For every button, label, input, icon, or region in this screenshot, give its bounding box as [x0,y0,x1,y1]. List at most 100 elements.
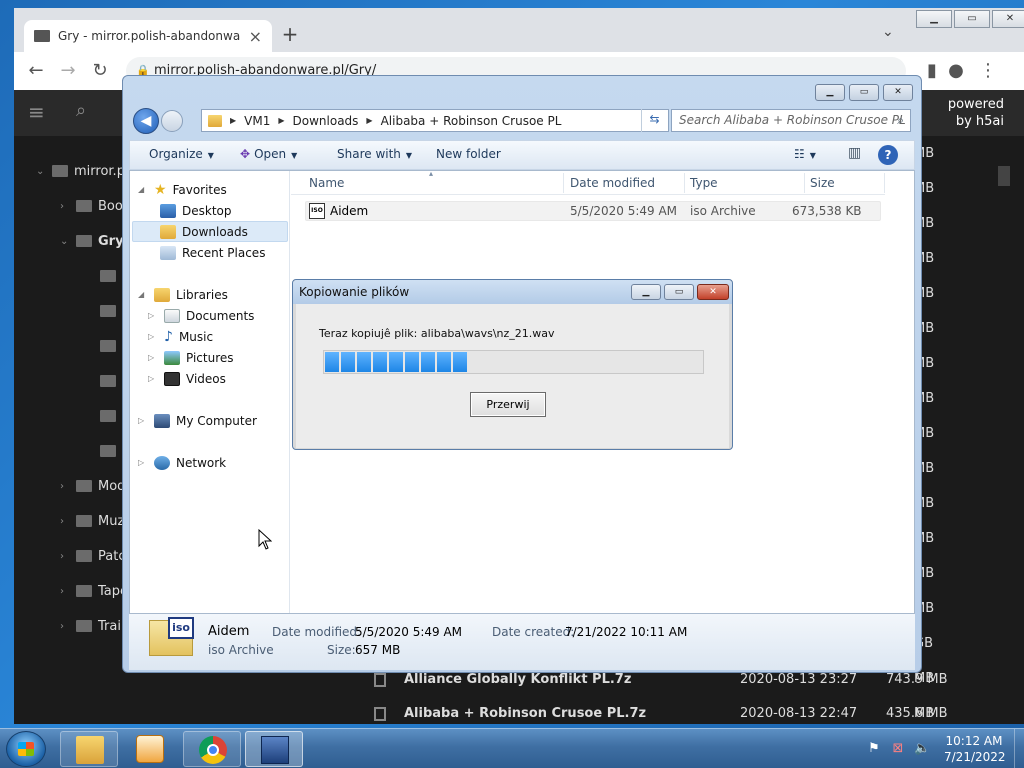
network-disconnected-icon[interactable]: ⊠ [890,741,906,757]
help-icon[interactable]: ? [878,145,898,165]
expand-arrow-icon[interactable]: ▷ [148,332,158,341]
nav-my-computer[interactable]: ▷ My Computer [138,410,257,431]
view-options-button[interactable]: ☷ ▼ [794,147,816,161]
taskbar-setup-app[interactable] [245,731,303,767]
start-button[interactable] [6,731,46,767]
menu-dots-icon[interactable]: ⋮ [976,60,1000,81]
column-divider[interactable] [804,173,805,193]
volume-icon[interactable]: 🔈 [914,741,930,757]
new-tab-button[interactable]: + [276,22,304,46]
nav-recent-places[interactable]: Recent Places [160,242,265,263]
tree-item[interactable]: ⌄ Gry [60,230,124,252]
column-date-modified[interactable]: Date modified [570,176,655,190]
back-button[interactable]: ◀ [133,108,159,134]
tree-item[interactable]: › Patc [60,545,125,567]
organize-button[interactable]: Organize ▼ [149,147,214,161]
tree-item[interactable]: › Tape [60,580,128,602]
action-center-icon[interactable]: ⚑ [866,741,882,757]
dialog-titlebar[interactable]: Kopiowanie plików ▁ ▭ ✕ [293,280,732,304]
breadcrumb-arrow-icon[interactable]: ▶ [366,116,372,125]
breadcrumb-arrow-icon[interactable]: ▶ [230,116,236,125]
expand-arrow-icon[interactable]: ▷ [148,311,158,320]
hamburger-icon[interactable]: ≡ [28,100,45,124]
expand-arrow-icon[interactable]: ◢ [138,290,148,299]
file-row-aidem[interactable]: ISO Aidem 5/5/2020 5:49 AM iso Archive 6… [305,201,881,221]
maximize-button[interactable]: ▭ [849,84,879,101]
nav-network[interactable]: ▷ Network [138,452,226,473]
chevron-right-icon[interactable]: › [60,481,70,492]
column-divider[interactable] [684,173,685,193]
nav-videos[interactable]: ▷ Videos [148,368,226,389]
side-panel-icon[interactable]: ▮ [920,60,944,81]
column-name[interactable]: Name [309,176,344,190]
clock[interactable]: 10:12 AM 7/21/2022 [944,733,1006,765]
back-arrow-icon[interactable]: ← [24,60,48,81]
chevron-right-icon[interactable]: › [60,201,70,212]
column-divider[interactable] [884,173,885,193]
explorer-search-input[interactable]: Search Alibaba + Robinson Crusoe PL ⌕ [671,109,911,132]
browser-tab[interactable]: Gry - mirror.polish-abandonware × [24,20,272,52]
expand-arrow-icon[interactable]: ▷ [138,458,148,467]
nav-pictures[interactable]: ▷ Pictures [148,347,234,368]
taskbar-media-player[interactable] [121,731,179,767]
tree-item[interactable]: › Mod [60,475,125,497]
tab-search-chevron-icon[interactable]: ⌄ [882,24,894,40]
chevron-down-icon[interactable]: ⌄ [60,236,70,247]
chevron-right-icon[interactable]: › [60,621,70,632]
close-tab-icon[interactable]: × [249,27,262,46]
forward-button[interactable] [161,110,183,132]
breadcrumb-item[interactable]: Downloads [293,114,359,128]
nav-favorites[interactable]: ◢ ★ Favorites [138,179,227,200]
expand-arrow-icon[interactable]: ▷ [148,353,158,362]
chevron-right-icon[interactable]: › [60,516,70,527]
file-row[interactable]: Alibaba + Robinson Crusoe PL.7z 2020-08-… [344,700,974,728]
breadcrumb-item[interactable]: Alibaba + Robinson Crusoe PL [381,114,562,128]
open-button[interactable]: ✥ Open ▼ [240,147,297,161]
column-size[interactable]: Size [810,176,835,190]
chevron-right-icon[interactable]: › [60,551,70,562]
reload-icon[interactable]: ↻ [88,60,112,81]
minimize-button[interactable]: ▁ [916,10,952,28]
close-button[interactable]: ✕ [883,84,913,101]
powered-by[interactable]: powered by h5ai [934,96,1004,130]
nav-desktop[interactable]: Desktop [160,200,232,221]
breadcrumb-arrow-icon[interactable]: ▶ [278,116,284,125]
column-type[interactable]: Type [690,176,718,190]
explorer-address-bar[interactable]: ▶ VM1 ▶ Downloads ▶ Alibaba + Robinson C… [201,109,705,132]
nav-downloads[interactable]: Downloads [132,221,288,242]
taskbar-chrome[interactable] [183,731,241,767]
expand-arrow-icon[interactable]: ▷ [148,374,158,383]
stop-button[interactable]: Przerwij [470,392,546,417]
breadcrumb-item[interactable]: VM1 [244,114,270,128]
refresh-icon[interactable]: ⇆ [641,109,667,132]
forward-arrow-icon[interactable]: → [56,60,80,81]
nav-libraries[interactable]: ◢ Libraries [138,284,228,305]
maximize-button[interactable]: ▭ [954,10,990,28]
profile-avatar-icon[interactable]: ● [944,60,968,81]
file-date: 2020-08-13 23:27 [740,672,858,687]
tree-item[interactable]: › Muz [60,510,124,532]
minimize-button[interactable]: ▁ [631,284,661,300]
close-button[interactable]: ✕ [697,284,729,300]
tree-label: mirror.p [74,163,125,179]
share-with-button[interactable]: Share with ▼ [337,147,412,161]
taskbar-explorer[interactable] [60,731,118,767]
nav-music[interactable]: ▷ ♪ Music [148,326,213,347]
minimize-button[interactable]: ▁ [815,84,845,101]
search-icon[interactable]: ⌕ [76,100,86,121]
column-divider[interactable] [563,173,564,193]
tree-item[interactable]: › Boo [60,195,123,217]
scrollbar-thumb[interactable] [998,166,1010,186]
new-folder-button[interactable]: New folder [436,147,501,161]
chevron-right-icon[interactable]: › [60,586,70,597]
close-button[interactable]: ✕ [992,10,1024,28]
tree-item[interactable]: ⌄ mirror.p [36,160,125,182]
nav-documents[interactable]: ▷ Documents [148,305,254,326]
preview-pane-icon[interactable]: ▥ [848,145,861,161]
expand-arrow-icon[interactable]: ▷ [138,416,148,425]
chevron-down-icon[interactable]: ⌄ [36,166,46,177]
expand-arrow-icon[interactable]: ◢ [138,185,148,194]
show-desktop-button[interactable] [1014,729,1024,768]
tree-item[interactable]: › Trail [60,615,125,637]
maximize-button[interactable]: ▭ [664,284,694,300]
